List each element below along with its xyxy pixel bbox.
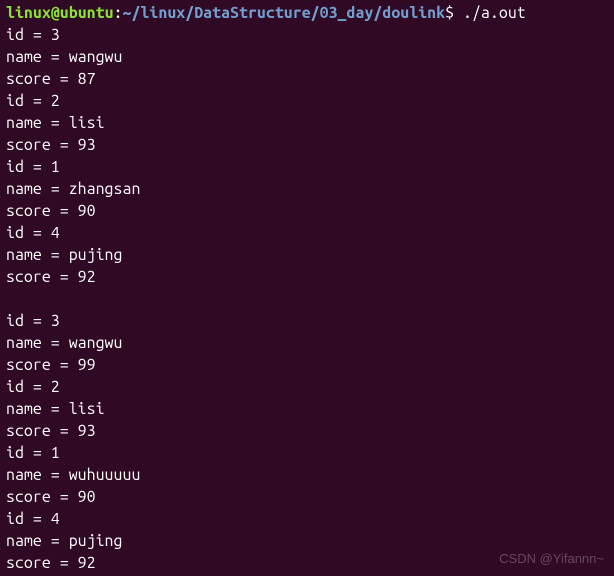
- prompt-line: linux@ubuntu:~/linux/DataStructure/03_da…: [6, 2, 608, 24]
- output-line: id = 4: [6, 222, 608, 244]
- output-line: score = 93: [6, 134, 608, 156]
- output-line: name = lisi: [6, 398, 608, 420]
- output-line: id = 3: [6, 24, 608, 46]
- prompt-command: ./a.out: [463, 4, 526, 22]
- output-line: score = 87: [6, 68, 608, 90]
- prompt-dollar: $: [445, 4, 454, 22]
- output-line: name = pujing: [6, 244, 608, 266]
- prompt-path: ~/linux/DataStructure/03_day/doulink: [123, 4, 446, 22]
- output-line: score = 90: [6, 486, 608, 508]
- prompt-at: @: [51, 4, 60, 22]
- output-line: score = 99: [6, 354, 608, 376]
- output-line: score = 93: [6, 420, 608, 442]
- prompt-colon: :: [114, 4, 123, 22]
- output-line: name = lisi: [6, 112, 608, 134]
- watermark: CSDN @Yifannn~: [499, 548, 604, 570]
- output-line: id = 2: [6, 376, 608, 398]
- output-line: id = 1: [6, 156, 608, 178]
- output-line: name = wangwu: [6, 46, 608, 68]
- terminal[interactable]: linux@ubuntu:~/linux/DataStructure/03_da…: [0, 0, 614, 576]
- output-line: id = 2: [6, 90, 608, 112]
- output-line: score = 92: [6, 266, 608, 288]
- output-line: id = 1: [6, 442, 608, 464]
- prompt-host: ubuntu: [60, 4, 114, 22]
- output-line: name = wuhuuuuu: [6, 464, 608, 486]
- output-line: name = wangwu: [6, 332, 608, 354]
- output-line: id = 3: [6, 310, 608, 332]
- output-line: [6, 288, 608, 310]
- output-line: name = zhangsan: [6, 178, 608, 200]
- terminal-output: id = 3name = wangwuscore = 87id = 2name …: [6, 24, 608, 574]
- output-line: score = 90: [6, 200, 608, 222]
- prompt-user: linux: [6, 4, 51, 22]
- output-line: id = 4: [6, 508, 608, 530]
